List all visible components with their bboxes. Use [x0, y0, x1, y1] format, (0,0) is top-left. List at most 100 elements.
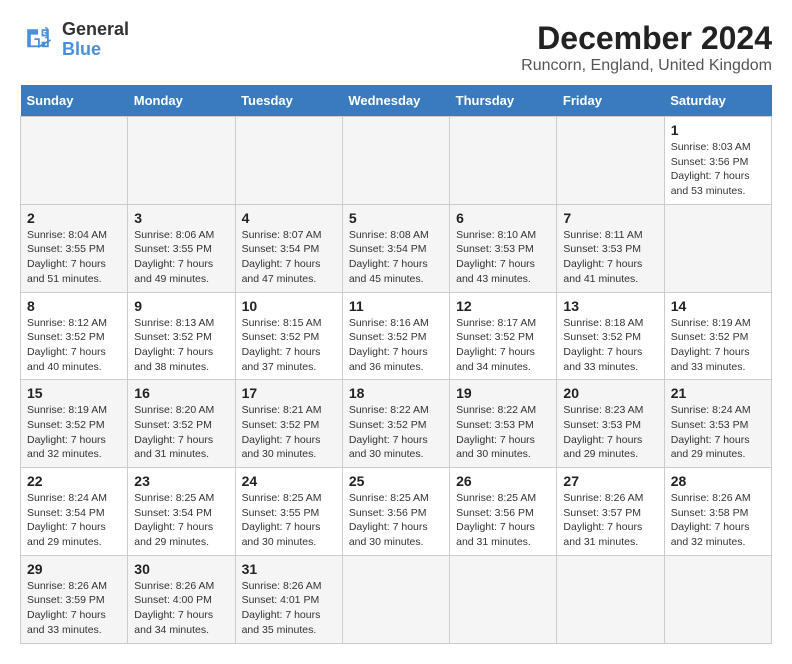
calendar-week-4: 15Sunrise: 8:19 AMSunset: 3:52 PMDayligh…	[21, 380, 772, 468]
daylight: Daylight: 7 hours and 43 minutes.	[456, 258, 535, 285]
day-number: 23	[134, 473, 228, 489]
daylight: Daylight: 7 hours and 30 minutes.	[242, 434, 321, 461]
daylight: Daylight: 7 hours and 32 minutes.	[27, 434, 106, 461]
sunset: Sunset: 3:56 PM	[456, 507, 534, 519]
day-number: 17	[242, 385, 336, 401]
day-info: Sunrise: 8:06 AMSunset: 3:55 PMDaylight:…	[134, 228, 228, 287]
day-number: 16	[134, 385, 228, 401]
calendar-cell	[664, 204, 771, 292]
sunset: Sunset: 3:53 PM	[456, 243, 534, 255]
calendar-cell: 1 Sunrise: 8:03 AMSunset: 3:56 PMDaylight…	[664, 117, 771, 205]
sunrise: Sunrise: 8:07 AM	[242, 229, 322, 241]
sunset: Sunset: 3:54 PM	[242, 243, 320, 255]
daylight: Daylight: 7 hours and 35 minutes.	[242, 609, 321, 636]
daylight: Daylight: 7 hours and 29 minutes.	[671, 434, 750, 461]
calendar-cell	[128, 117, 235, 205]
daylight: Daylight: 7 hours and 30 minutes.	[242, 521, 321, 548]
daylight: Daylight: 7 hours and 33 minutes.	[671, 346, 750, 373]
daylight: Daylight: 7 hours and 51 minutes.	[27, 258, 106, 285]
calendar-cell: 3Sunrise: 8:06 AMSunset: 3:55 PMDaylight…	[128, 204, 235, 292]
sunrise: Sunrise: 8:26 AM	[671, 492, 751, 504]
day-info: Sunrise: 8:04 AMSunset: 3:55 PMDaylight:…	[27, 228, 121, 287]
calendar-week-6: 29 Sunrise: 8:26 AMSunset: 3:59 PMDayligh…	[21, 555, 772, 643]
daylight: Daylight: 7 hours and 32 minutes.	[671, 521, 750, 548]
logo-line2: Blue	[62, 40, 129, 60]
sunrise: Sunrise: 8:18 AM	[563, 317, 643, 329]
daylight: Daylight: 7 hours and 33 minutes.	[563, 346, 642, 373]
day-number: 29	[27, 561, 121, 577]
sunrise: Sunrise: 8:22 AM	[349, 404, 429, 416]
calendar-cell: 6 Sunrise: 8:10 AM Sunset: 3:53 PM Daylight…	[450, 204, 557, 292]
day-number: 1	[671, 122, 765, 138]
day-number: 10	[242, 298, 336, 314]
sunset: Sunset: 3:52 PM	[27, 331, 105, 343]
calendar-table: SundayMondayTuesdayWednesdayThursdayFrid…	[20, 85, 772, 644]
sunset: Sunset: 3:52 PM	[349, 419, 427, 431]
day-info: Sunrise: 8:25 AMSunset: 3:56 PMDaylight:…	[456, 491, 550, 550]
day-number: 4	[242, 210, 336, 226]
sunset: Sunset: 3:54 PM	[134, 507, 212, 519]
sunrise: Sunrise: 8:10 AM	[456, 229, 536, 241]
sunrise: Sunrise: 8:16 AM	[349, 317, 429, 329]
sunrise: Sunrise: 8:23 AM	[563, 404, 643, 416]
day-number: 11	[349, 298, 443, 314]
sunrise: Sunrise: 8:17 AM	[456, 317, 536, 329]
sunset: Sunset: 4:00 PM	[134, 594, 212, 606]
day-number: 25	[349, 473, 443, 489]
daylight: Daylight: 7 hours and 40 minutes.	[27, 346, 106, 373]
sunrise: Sunrise: 8:24 AM	[27, 492, 107, 504]
calendar-cell: 19 Sunrise: 8:22 AMSunset: 3:53 PMDayligh…	[450, 380, 557, 468]
daylight: Daylight: 7 hours and 29 minutes.	[134, 521, 213, 548]
day-info: Sunrise: 8:13 AMSunset: 3:52 PMDaylight:…	[134, 316, 228, 375]
day-info: Sunrise: 8:08 AMSunset: 3:54 PMDaylight:…	[349, 228, 443, 287]
calendar-cell: 2Sunrise: 8:04 AMSunset: 3:55 PMDaylight…	[21, 204, 128, 292]
sunset: Sunset: 3:52 PM	[671, 331, 749, 343]
calendar-cell: 7 Sunrise: 8:11 AMSunset: 3:53 PMDaylight…	[557, 204, 664, 292]
day-info: Sunrise: 8:11 AMSunset: 3:53 PMDaylight:…	[563, 228, 657, 287]
sunrise: Sunrise: 8:20 AM	[134, 404, 214, 416]
sunrise: Sunrise: 8:25 AM	[456, 492, 536, 504]
day-number: 9	[134, 298, 228, 314]
calendar-cell	[235, 117, 342, 205]
day-number: 22	[27, 473, 121, 489]
calendar-cell: 15Sunrise: 8:19 AMSunset: 3:52 PMDayligh…	[21, 380, 128, 468]
day-info: Sunrise: 8:03 AMSunset: 3:56 PMDaylight:…	[671, 140, 765, 199]
calendar-cell: 30Sunrise: 8:26 AMSunset: 4:00 PMDayligh…	[128, 555, 235, 643]
calendar-week-2: 2Sunrise: 8:04 AMSunset: 3:55 PMDaylight…	[21, 204, 772, 292]
day-number: 19	[456, 385, 550, 401]
day-number: 26	[456, 473, 550, 489]
daylight: Daylight: 7 hours and 41 minutes.	[563, 258, 642, 285]
sunset: Sunset: 3:58 PM	[671, 507, 749, 519]
calendar-cell: 21Sunrise: 8:24 AMSunset: 3:53 PMDayligh…	[664, 380, 771, 468]
col-header-tuesday: Tuesday	[235, 85, 342, 117]
calendar-cell: 5Sunrise: 8:08 AMSunset: 3:54 PMDaylight…	[342, 204, 449, 292]
daylight: Daylight: 7 hours and 30 minutes.	[349, 521, 428, 548]
day-info: Sunrise: 8:07 AMSunset: 3:54 PMDaylight:…	[242, 228, 336, 287]
day-number: 6	[456, 210, 550, 226]
daylight: Daylight: 7 hours and 34 minutes.	[456, 346, 535, 373]
day-number: 7	[563, 210, 657, 226]
sunset: Sunset: 3:55 PM	[134, 243, 212, 255]
sunrise: Sunrise: 8:08 AM	[349, 229, 429, 241]
calendar-cell	[21, 117, 128, 205]
calendar-week-1: 1 Sunrise: 8:03 AMSunset: 3:56 PMDaylight…	[21, 117, 772, 205]
sunset: Sunset: 3:53 PM	[563, 243, 641, 255]
calendar-cell	[342, 117, 449, 205]
sunset: Sunset: 3:57 PM	[563, 507, 641, 519]
day-info: Sunrise: 8:19 AMSunset: 3:52 PMDaylight:…	[27, 403, 121, 462]
day-info: Sunrise: 8:26 AMSunset: 4:00 PMDaylight:…	[134, 579, 228, 638]
col-header-wednesday: Wednesday	[342, 85, 449, 117]
sunset: Sunset: 3:52 PM	[563, 331, 641, 343]
day-info: Sunrise: 8:26 AMSunset: 3:59 PMDaylight:…	[27, 579, 121, 638]
col-header-sunday: Sunday	[21, 85, 128, 117]
sunset: Sunset: 3:53 PM	[671, 419, 749, 431]
sunrise: Sunrise: 8:26 AM	[563, 492, 643, 504]
day-number: 14	[671, 298, 765, 314]
sunrise: Sunrise: 8:03 AM	[671, 141, 751, 153]
day-info: Sunrise: 8:26 AMSunset: 3:57 PMDaylight:…	[563, 491, 657, 550]
day-info: Sunrise: 8:22 AMSunset: 3:53 PMDaylight:…	[456, 403, 550, 462]
day-info: Sunrise: 8:24 AMSunset: 3:53 PMDaylight:…	[671, 403, 765, 462]
day-info: Sunrise: 8:20 AMSunset: 3:52 PMDaylight:…	[134, 403, 228, 462]
title-block: December 2024 Runcorn, England, United K…	[521, 20, 772, 75]
daylight: Daylight: 7 hours and 36 minutes.	[349, 346, 428, 373]
